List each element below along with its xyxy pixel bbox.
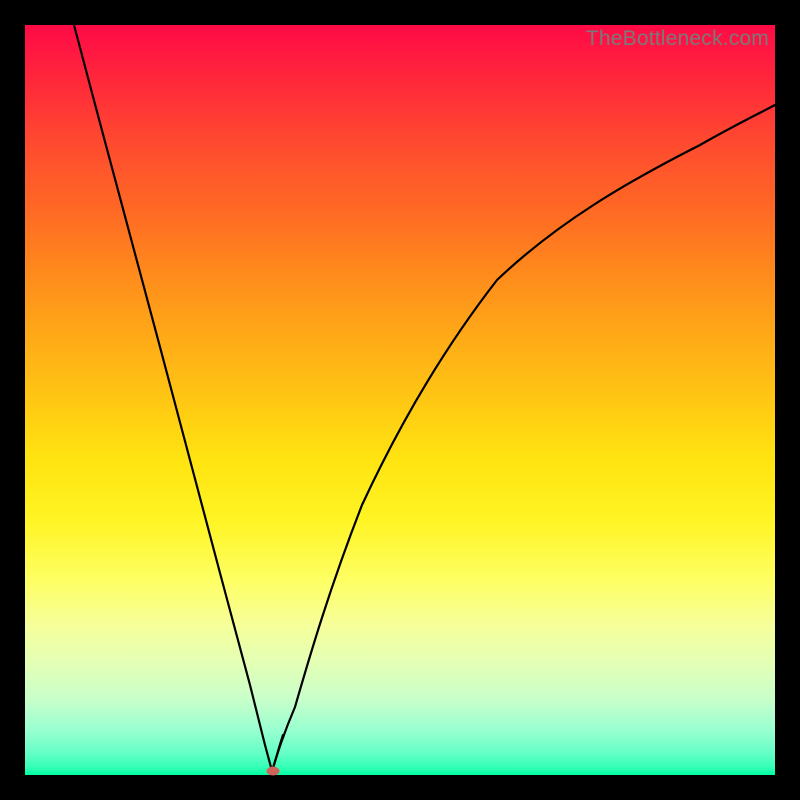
bottleneck-curve [25, 25, 775, 775]
plot-area: TheBottleneck.com [25, 25, 775, 775]
chart-frame: TheBottleneck.com [0, 0, 800, 800]
curve-left-branch [74, 25, 272, 771]
minimum-marker [266, 766, 279, 775]
curve-right-branch [272, 105, 775, 771]
